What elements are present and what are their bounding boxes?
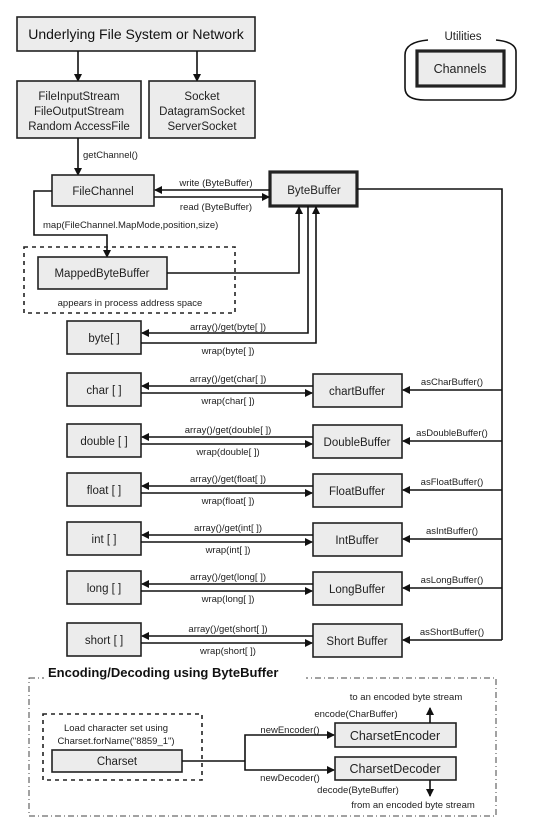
chartbuffer-wrap-label: wrap(char[ ]) xyxy=(200,396,254,407)
short-buffer-get-label: array()/get(short[ ]) xyxy=(188,624,267,635)
floatbuffer-array-label: float [ ] xyxy=(87,485,122,497)
byte-get-label: array()/get(byte[ ]) xyxy=(190,322,266,333)
doublebuffer-wrap-label: wrap(double[ ]) xyxy=(195,447,259,458)
byte-buffer-label: ByteBuffer xyxy=(287,185,341,197)
doublebuffer-array-label: double [ ] xyxy=(80,436,127,448)
file-channel-label: FileChannel xyxy=(72,186,133,198)
short-buffer-wrap-label: wrap(short[ ]) xyxy=(199,646,256,657)
chartbuffer-label: chartBuffer xyxy=(329,386,385,398)
new-encoder-label: newEncoder() xyxy=(260,725,319,736)
chartbuffer-get-label: array()/get(char[ ]) xyxy=(190,374,267,385)
chartbuffer-array-label: char [ ] xyxy=(86,385,121,397)
arrow-mapped-to-bytebuffer xyxy=(167,206,303,274)
intbuffer-as-label: asIntBuffer() xyxy=(426,526,478,537)
read-label: read (ByteBuffer) xyxy=(180,202,252,213)
load-note-line2: Charset.forName("8859_1") xyxy=(57,736,174,747)
doublebuffer-get-label: array()/get(double[ ]) xyxy=(185,425,272,436)
byte-array-label: byte[ ] xyxy=(88,333,119,345)
channels-label: Channels xyxy=(434,62,487,76)
short-buffer-array-label: short [ ] xyxy=(85,635,123,647)
intbuffer-wrap-label: wrap(int[ ]) xyxy=(205,545,251,556)
short-buffer-as-label: asShortBuffer() xyxy=(420,627,484,638)
to-stream-label: to an encoded byte stream xyxy=(350,692,463,703)
intbuffer-array-label: int [ ] xyxy=(92,534,117,546)
chartbuffer-as-label: asCharBuffer() xyxy=(421,377,483,388)
load-note-line1: Load character set using xyxy=(64,723,168,734)
server-socket-label: ServerSocket xyxy=(167,121,237,133)
charset-decoder-label: CharsetDecoder xyxy=(349,762,440,776)
mapped-note: appears in process address space xyxy=(58,298,203,309)
doublebuffer-as-label: asDoubleBuffer() xyxy=(416,428,488,439)
charset-encoder-label: CharsetEncoder xyxy=(350,729,440,743)
doublebuffer-label: DoubleBuffer xyxy=(324,437,391,449)
byte-wrap-label: wrap(byte[ ]) xyxy=(201,346,255,357)
encoding-title: Encoding/Decoding using ByteBuffer xyxy=(48,665,278,680)
from-stream-label: from an encoded byte stream xyxy=(351,800,475,811)
utilities-label: Utilities xyxy=(444,31,481,43)
write-label: write (ByteBuffer) xyxy=(178,178,252,189)
java-nio-diagram: Underlying File System or Network FileIn… xyxy=(16,16,517,817)
new-decoder-label: newDecoder() xyxy=(260,773,320,784)
longbuffer-get-label: array()/get(long[ ]) xyxy=(190,572,266,583)
intbuffer-label: IntBuffer xyxy=(335,535,378,547)
map-label: map(FileChannel.MapMode,position,size) xyxy=(43,220,218,231)
mapped-byte-buffer-label: MappedByteBuffer xyxy=(54,268,149,280)
floatbuffer-get-label: array()/get(float[ ]) xyxy=(190,474,266,485)
arrow-new-encoder xyxy=(244,731,335,761)
charset-label: Charset xyxy=(97,756,138,768)
longbuffer-array-label: long [ ] xyxy=(87,583,122,595)
datagram-socket-label: DatagramSocket xyxy=(159,106,245,118)
short-buffer-label: Short Buffer xyxy=(326,636,387,648)
get-channel-label: getChannel() xyxy=(83,150,138,161)
encode-label: encode(CharBuffer) xyxy=(314,709,397,720)
decode-label: decode(ByteBuffer) xyxy=(317,785,399,796)
file-input-stream-label: FileInputStream xyxy=(38,91,119,103)
source-label: Underlying File System or Network xyxy=(28,26,245,42)
longbuffer-as-label: asLongBuffer() xyxy=(421,575,484,586)
intbuffer-get-label: array()/get(int[ ]) xyxy=(194,523,262,534)
file-output-stream-label: FileOutputStream xyxy=(34,106,124,118)
floatbuffer-label: FloatBuffer xyxy=(329,486,385,498)
floatbuffer-as-label: asFloatBuffer() xyxy=(421,477,484,488)
longbuffer-label: LongBuffer xyxy=(329,584,385,596)
longbuffer-wrap-label: wrap(long[ ]) xyxy=(201,594,255,605)
socket-label: Socket xyxy=(184,91,220,103)
floatbuffer-wrap-label: wrap(float[ ]) xyxy=(201,496,255,507)
random-access-file-label: Random AccessFile xyxy=(28,121,130,133)
arrow-new-decoder xyxy=(244,761,335,774)
